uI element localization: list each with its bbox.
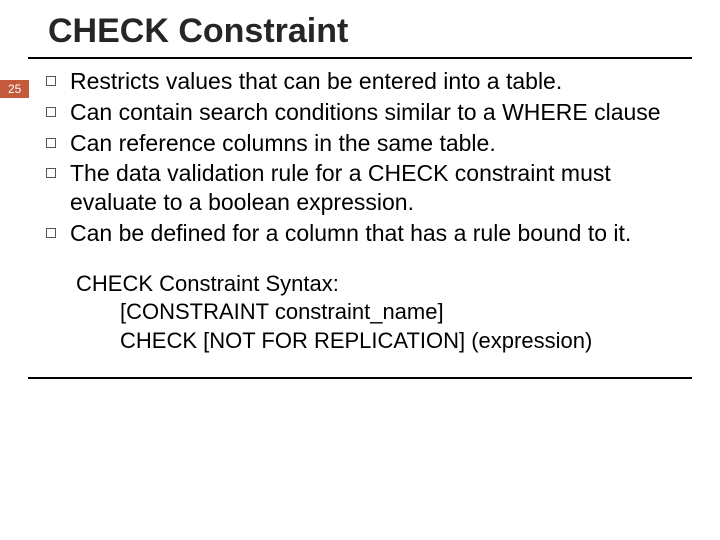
title-area: CHECK Constraint: [0, 0, 720, 57]
page-title: CHECK Constraint: [48, 12, 720, 51]
syntax-block: CHECK Constraint Syntax: [CONSTRAINT con…: [76, 270, 692, 356]
syntax-line: CHECK [NOT FOR REPLICATION] (expression): [76, 327, 692, 356]
list-item: Can contain search conditions similar to…: [70, 98, 692, 127]
list-item: Restricts values that can be entered int…: [70, 67, 692, 96]
syntax-line: [CONSTRAINT constraint_name]: [76, 298, 692, 327]
syntax-heading: CHECK Constraint Syntax:: [76, 270, 692, 299]
list-item: Can reference columns in the same table.: [70, 129, 692, 158]
list-item: The data validation rule for a CHECK con…: [70, 159, 692, 217]
page-number-badge: 25: [0, 80, 29, 98]
bullet-list: Restricts values that can be entered int…: [70, 67, 692, 248]
content-area: Restricts values that can be entered int…: [0, 59, 720, 355]
list-item: Can be defined for a column that has a r…: [70, 219, 692, 248]
divider-bottom: [28, 377, 692, 379]
